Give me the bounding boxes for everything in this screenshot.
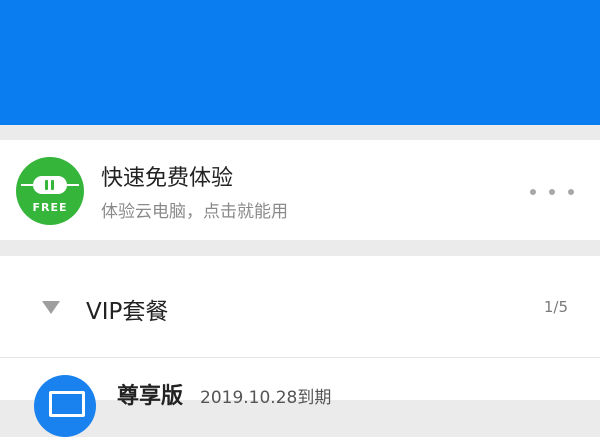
more-dot-icon [549, 189, 555, 195]
cable-right [67, 184, 79, 186]
more-dot-icon [568, 189, 574, 195]
cable-left [21, 184, 33, 186]
vip-item-expiry: 2019.10.28到期 [200, 388, 332, 408]
free-trial-subtitle: 体验云电脑，点击就能用 [101, 202, 288, 222]
collapse-caret-icon[interactable] [42, 301, 60, 314]
free-trial-title: 快速免费体验 [101, 166, 234, 191]
header-bar [0, 0, 600, 125]
more-options-button[interactable] [530, 187, 574, 197]
vip-section-title[interactable]: VIP套餐 [86, 292, 168, 326]
free-badge-text: FREE [32, 201, 68, 214]
more-dot-icon [530, 189, 536, 195]
monitor-icon [49, 391, 85, 417]
free-trial-card[interactable]: FREE [0, 140, 600, 240]
vip-item-name[interactable]: 尊享版 [117, 378, 183, 410]
vip-count: 1/5 [543, 298, 568, 316]
vip-package-section [0, 256, 600, 400]
divider [0, 357, 600, 358]
vip-item-icon[interactable] [34, 375, 96, 437]
free-trial-icon: FREE [16, 157, 84, 225]
plug-icon [33, 176, 67, 194]
